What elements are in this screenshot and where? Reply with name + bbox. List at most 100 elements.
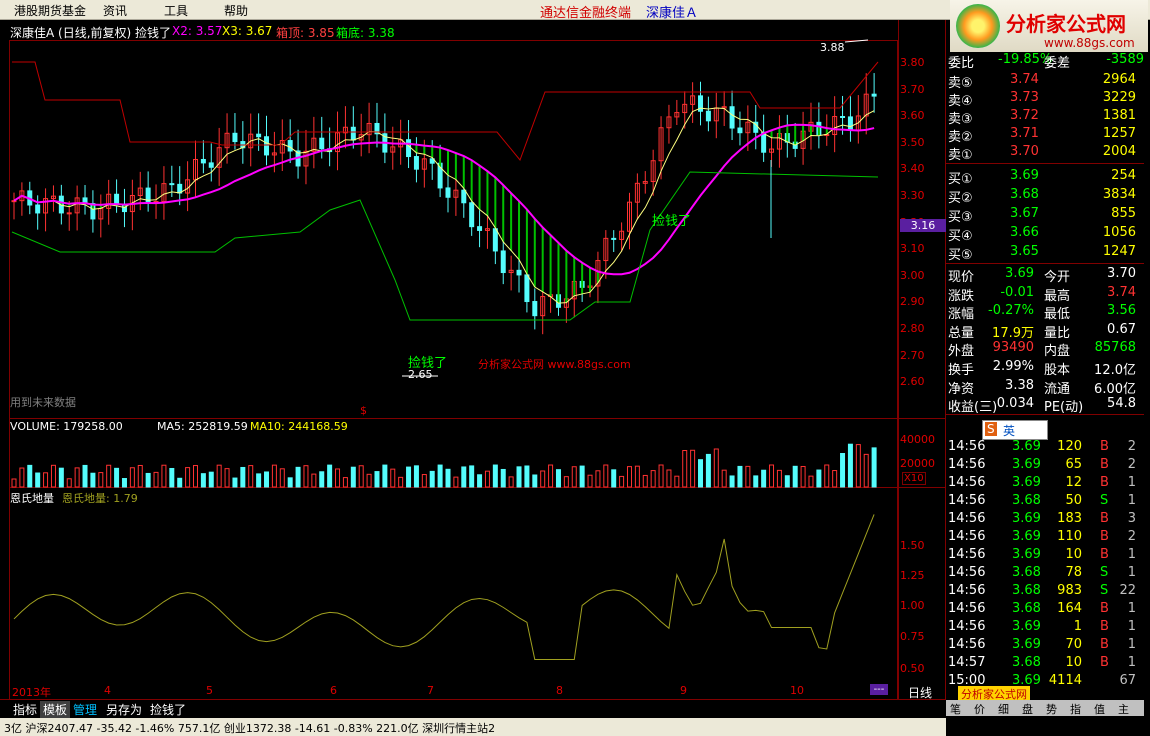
trade-row: 14:57 3.68 10 B 1 [948, 655, 1136, 670]
volume-bar [863, 453, 869, 488]
volume-bar [729, 475, 735, 488]
tab-template[interactable]: 模板 [40, 701, 71, 718]
volume-bar [737, 465, 743, 488]
volume-bar [579, 465, 585, 488]
sogou-icon: S [985, 422, 997, 436]
volume-bar [264, 471, 270, 488]
current-price-tag: 3.16 [900, 219, 946, 232]
trade-row: 14:56 3.69 183 B 3 [948, 511, 1136, 526]
ask-row[interactable]: 卖① 3.70 2004 [946, 144, 1144, 163]
volume-bar [295, 466, 301, 488]
volume-bar [563, 476, 569, 488]
volume-bar [469, 465, 475, 488]
volume-bar [769, 464, 775, 488]
candle-body [761, 131, 767, 153]
volume-bar [508, 476, 514, 488]
volume-bar [800, 465, 806, 488]
ime-mode[interactable]: 英 [1003, 422, 1015, 439]
chart-area[interactable]: 深康佳A (日线,前复权) 捡钱了 X2: 3.57 X3: 3.67 箱顶: … [0, 20, 946, 700]
price-axis-label: 2.60 [900, 375, 925, 389]
quote-tab[interactable]: 值 [1094, 701, 1105, 717]
stat-row: 换手 2.99% 股本 12.0亿 [948, 359, 1136, 378]
stat-row: 净资 3.38 流通 6.00亿 [948, 377, 1136, 397]
menu-item-tools[interactable]: 工具 [164, 2, 188, 19]
x-axis-more[interactable]: --- [870, 684, 888, 695]
volume-bar [666, 469, 672, 488]
volume-bar [121, 478, 127, 488]
volume-bar [555, 469, 561, 488]
volume-bar [129, 467, 135, 488]
candle-body [169, 183, 175, 186]
bid-row[interactable]: 买⑤ 3.65 1247 [946, 244, 1144, 263]
signal-label-2: 捡钱了 [652, 214, 692, 229]
ime-toolbar[interactable]: S 英 [982, 420, 1048, 440]
tab-formula-jianqianle[interactable]: 捡钱了 [147, 701, 189, 718]
tab-manage[interactable]: 管理 [70, 701, 100, 718]
tab-save-as[interactable]: 另存为 [103, 701, 145, 718]
menu-item-info[interactable]: 资讯 [103, 2, 127, 19]
menu-item-help[interactable]: 帮助 [224, 2, 248, 19]
volume-bar [721, 469, 727, 488]
volume-bar [516, 466, 522, 488]
indicator-line [13, 514, 875, 661]
tab-indicator[interactable]: 指标 [10, 701, 40, 718]
status-text: 3亿 沪深2407.47 -35.42 -1.46% 757.1亿 创业1372… [4, 722, 496, 735]
quote-tab[interactable]: 指 [1070, 701, 1081, 717]
candle-body [66, 212, 72, 215]
volume-label: VOLUME: 179258.00 [10, 420, 123, 433]
quote-tab[interactable]: 势 [1046, 701, 1057, 717]
ind-axis-050: 0.50 [900, 662, 925, 675]
price-axis-label: 3.30 [900, 189, 925, 202]
volume-bar [66, 478, 72, 488]
volume-bar [279, 468, 285, 488]
volume-bar [776, 469, 782, 488]
x3-value: X3: 3.67 [222, 24, 273, 38]
candle-body [114, 193, 120, 205]
quote-tab[interactable]: 价 [974, 701, 985, 717]
stat-row: 总量 17.9万 量比 0.67 [948, 321, 1136, 341]
volume-bar [327, 464, 333, 488]
bid-row[interactable]: 买① 3.69 254 [946, 168, 1144, 187]
volume-bar [603, 464, 609, 488]
volume-bar [421, 474, 427, 488]
ask-row[interactable]: 卖② 3.71 1257 [946, 126, 1144, 145]
bid-row[interactable]: 买③ 3.67 855 [946, 206, 1144, 225]
price-axis-label: 3.80 [900, 56, 925, 69]
quote-tab[interactable]: 笔 [950, 701, 961, 717]
candle-body [847, 116, 853, 131]
ask-row[interactable]: 卖④ 3.73 3229 [946, 90, 1144, 109]
volume-bar [256, 473, 262, 488]
volume-bar [595, 470, 601, 488]
volume-bar [540, 470, 546, 488]
bid-row[interactable]: 买② 3.68 3834 [946, 187, 1144, 206]
volume-bar [27, 464, 33, 488]
ask-row[interactable]: 卖③ 3.72 1381 [946, 108, 1144, 127]
candle-body [287, 140, 293, 152]
ind-axis-075: 0.75 [900, 630, 925, 643]
volume-bar [82, 464, 88, 488]
bid-row[interactable]: 买④ 3.66 1056 [946, 225, 1144, 244]
ask-row[interactable]: 卖⑤ 3.74 2964 [946, 72, 1144, 91]
price-axis-label: 3.70 [900, 82, 925, 96]
volume-bar [366, 473, 372, 488]
quote-tab[interactable]: 盘 [1022, 701, 1033, 717]
volume-bar [303, 465, 309, 488]
quote-tab[interactable]: 主 [1118, 701, 1129, 717]
volume-bar [626, 466, 632, 488]
menu-item-hk-futures-funds[interactable]: 港股期货基金 [14, 2, 86, 19]
kline-chart[interactable] [0, 20, 946, 700]
trade-row: 14:56 3.69 1 B 1 [948, 619, 1136, 634]
candle-body [35, 204, 41, 214]
quote-tab[interactable]: 细 [998, 701, 1009, 717]
future-data-note: 用到未来数据 [10, 396, 76, 409]
volume-bar [161, 464, 167, 488]
stat-row: 涨跌 -0.01 最高 3.74 [948, 284, 1136, 304]
candle-body [532, 301, 538, 317]
app-title: 通达信金融终端 [540, 6, 632, 21]
price-axis-label: 2.70 [900, 348, 925, 362]
x-axis-month-7: 7 [427, 684, 434, 697]
trade-row: 14:56 3.69 65 B 2 [948, 457, 1136, 472]
candle-body [461, 189, 467, 204]
candle-body [200, 158, 206, 164]
volume-bar [477, 474, 483, 488]
